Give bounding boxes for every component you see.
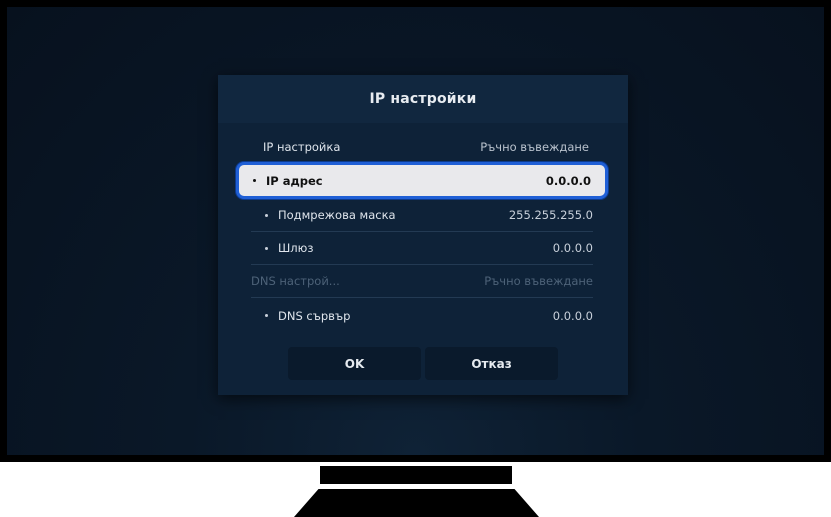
bullet-icon bbox=[265, 213, 268, 217]
row-dns-setting-value: Ръчно въвеждане bbox=[484, 274, 593, 288]
row-gateway-label: Шлюз bbox=[278, 241, 314, 255]
row-dns-setting-label: DNS настрой... bbox=[251, 274, 340, 288]
row-ip-setting[interactable]: IP настройка Ръчно въвеждане bbox=[251, 131, 593, 164]
row-ip-address-label-wrap: IP адрес bbox=[253, 174, 323, 188]
row-gateway[interactable]: Шлюз 0.0.0.0 bbox=[251, 232, 593, 265]
row-dns-setting: DNS настрой... Ръчно въвеждане bbox=[251, 265, 593, 298]
row-subnet-mask[interactable]: Подмрежова маска 255.255.255.0 bbox=[251, 199, 593, 232]
tv-bezel: IP настройки IP настройка Ръчно въвеждан… bbox=[0, 0, 831, 462]
ip-settings-dialog: IP настройки IP настройка Ръчно въвеждан… bbox=[218, 75, 628, 395]
dialog-title: IP настройки bbox=[369, 91, 477, 107]
row-ip-setting-label: IP настройка bbox=[263, 140, 341, 154]
tv-stand-neck bbox=[320, 466, 512, 484]
ok-button[interactable]: OK bbox=[288, 347, 421, 380]
tv-stand-base bbox=[294, 489, 539, 517]
dialog-header: IP настройки bbox=[218, 75, 628, 123]
row-dns-server-value: 0.0.0.0 bbox=[552, 308, 593, 323]
row-ip-address[interactable]: IP адрес 0.0.0.0 bbox=[236, 162, 608, 199]
row-dns-server-label: DNS сървър bbox=[278, 308, 351, 323]
tv-frame: IP настройки IP настройка Ръчно въвеждан… bbox=[0, 0, 831, 517]
row-ip-address-value: 0.0.0.0 bbox=[545, 173, 591, 188]
bullet-icon bbox=[265, 246, 268, 250]
row-gateway-value: 0.0.0.0 bbox=[552, 241, 593, 255]
row-subnet-mask-label: Подмрежова маска bbox=[278, 208, 396, 222]
row-dns-server[interactable]: DNS сървър 0.0.0.0 bbox=[251, 299, 593, 332]
bullet-icon bbox=[253, 179, 256, 182]
tv-screen: IP настройки IP настройка Ръчно въвеждан… bbox=[7, 7, 824, 455]
row-dns-server-label-wrap: DNS сървър bbox=[251, 309, 350, 323]
row-subnet-mask-label-wrap: Подмрежова маска bbox=[251, 208, 396, 222]
bullet-icon bbox=[265, 314, 268, 317]
row-subnet-mask-value: 255.255.255.0 bbox=[508, 208, 593, 222]
row-gateway-label-wrap: Шлюз bbox=[251, 241, 313, 255]
cancel-button[interactable]: Отказ bbox=[425, 347, 558, 380]
row-ip-address-label: IP адрес bbox=[266, 173, 323, 188]
row-ip-setting-value: Ръчно въвеждане bbox=[480, 140, 589, 154]
